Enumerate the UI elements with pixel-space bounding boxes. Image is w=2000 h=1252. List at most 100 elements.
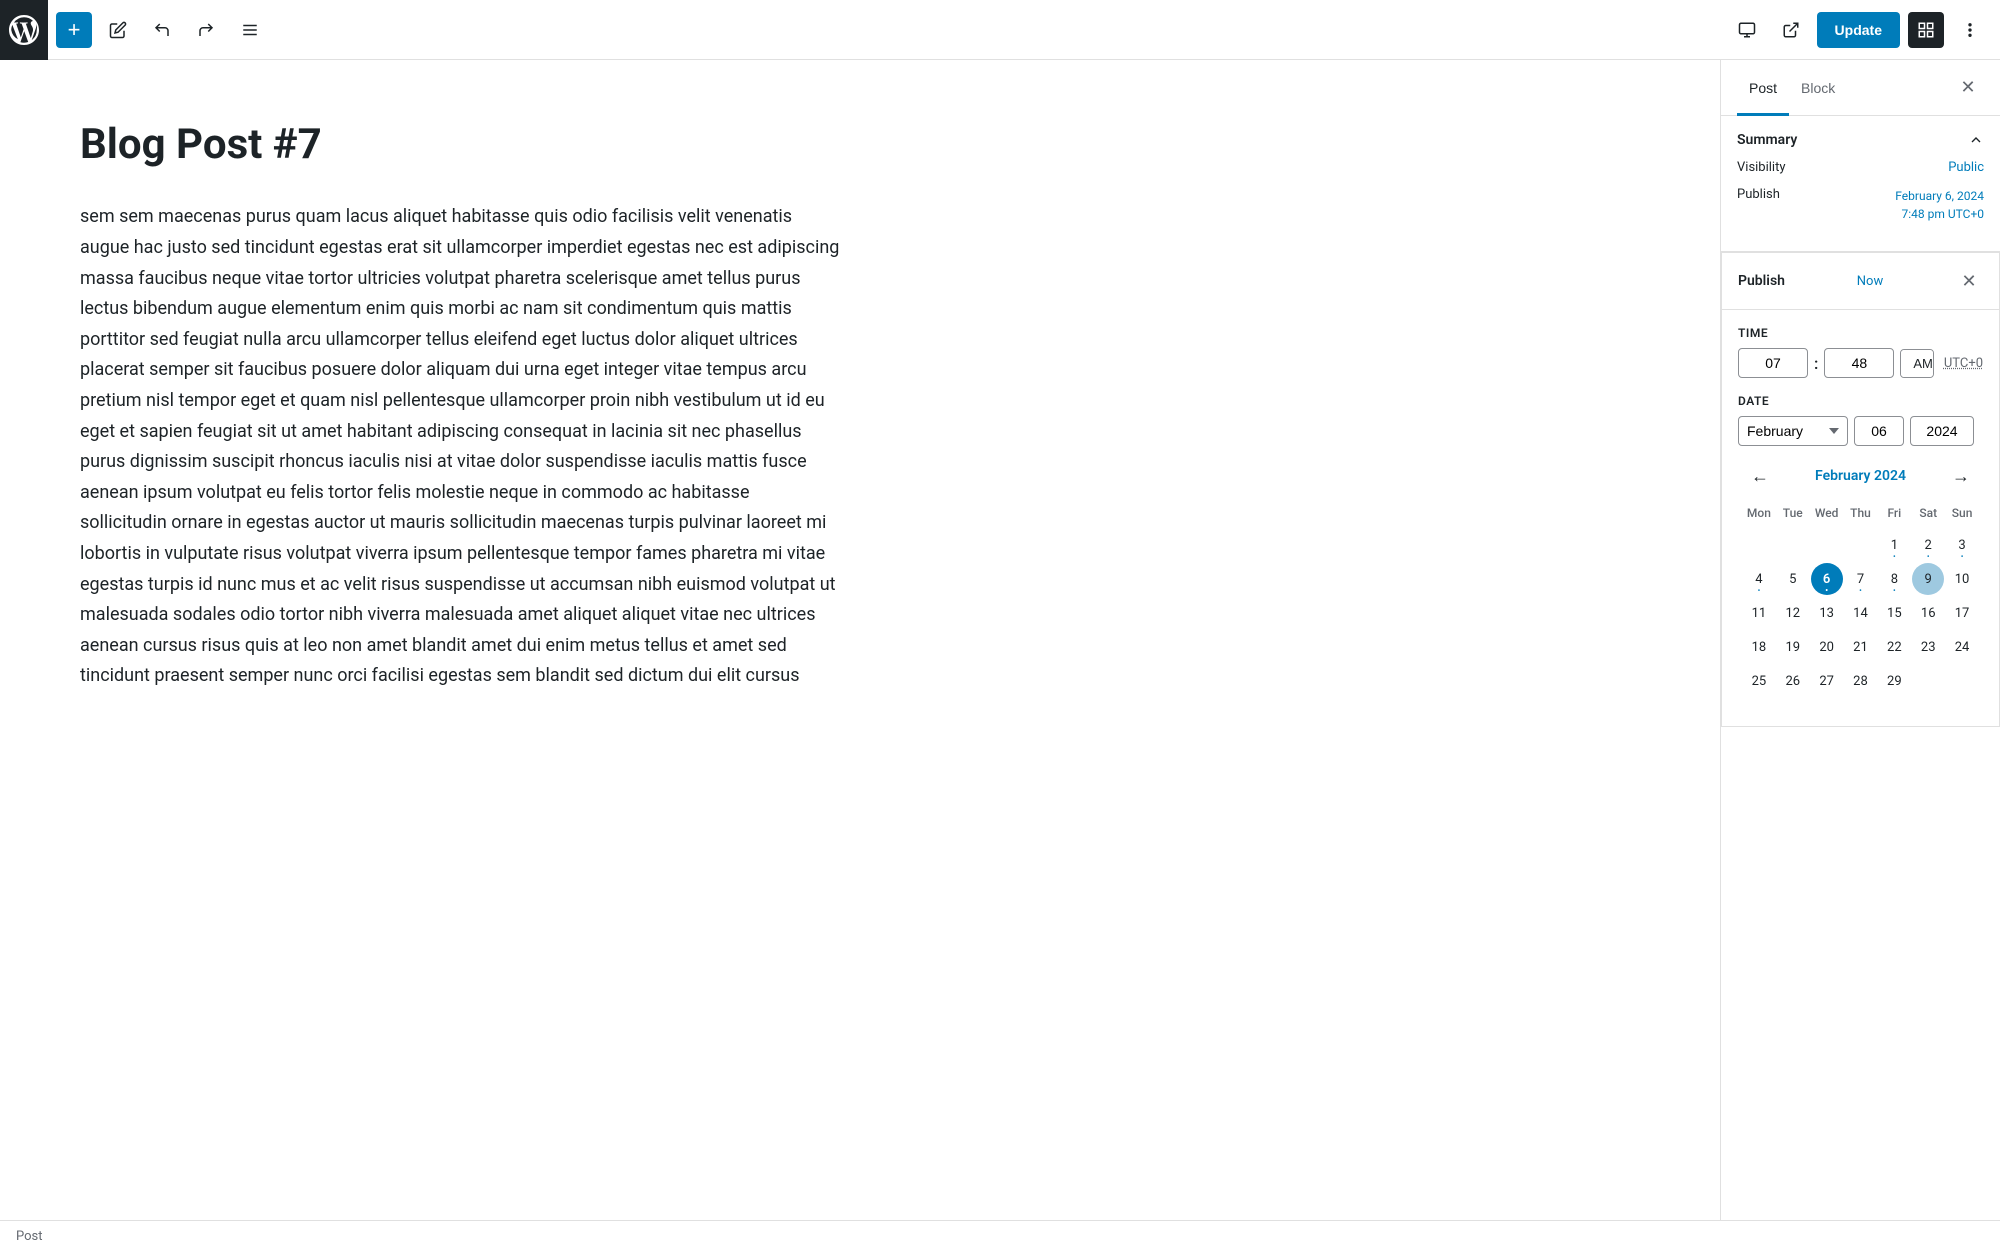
calendar-day[interactable]: 20 <box>1811 631 1843 663</box>
wp-logo <box>0 0 48 60</box>
calendar-day[interactable]: 9 <box>1912 563 1944 595</box>
calendar-day[interactable]: 6 <box>1811 563 1843 595</box>
calendar-day[interactable]: 24 <box>1946 631 1978 663</box>
calendar-month-year: February 2024 <box>1815 468 1906 484</box>
publish-value[interactable]: February 6, 20247:48 pm UTC+0 <box>1895 187 1984 223</box>
list-view-button[interactable] <box>232 12 268 48</box>
more-icon <box>1961 21 1979 39</box>
post-title[interactable]: Blog Post #7 <box>80 120 1640 170</box>
calendar-day[interactable]: 15 <box>1878 597 1910 629</box>
prev-month-button[interactable]: ← <box>1746 462 1774 490</box>
preview-button[interactable] <box>1729 12 1765 48</box>
wordpress-icon <box>9 15 39 45</box>
publish-panel-header: Publish Now ✕ <box>1722 253 1999 310</box>
list-view-icon <box>241 21 259 39</box>
calendar-grid: MonTueWedThuFriSatSun1234567891011121314… <box>1742 502 1979 698</box>
tab-block[interactable]: Block <box>1789 60 1847 116</box>
calendar-day[interactable]: 7 <box>1844 563 1876 595</box>
calendar-day[interactable]: 25 <box>1743 665 1775 697</box>
external-link-icon <box>1782 21 1800 39</box>
calendar-day[interactable]: 4 <box>1743 563 1775 595</box>
calendar-day <box>1946 665 1978 697</box>
tab-post[interactable]: Post <box>1737 60 1789 116</box>
calendar-day[interactable]: 5 <box>1777 563 1809 595</box>
sidebar: Post Block ✕ Summary Visibility Public P… <box>1720 60 2000 1220</box>
calendar-day[interactable]: 2 <box>1912 529 1944 561</box>
visibility-row: Visibility Public <box>1737 160 1984 175</box>
calendar-day[interactable]: 1 <box>1878 529 1910 561</box>
utc-label[interactable]: UTC+0 <box>1944 356 1983 371</box>
summary-title: Summary <box>1737 132 1797 148</box>
calendar-day[interactable]: 8 <box>1878 563 1910 595</box>
calendar-day <box>1777 529 1809 561</box>
calendar-dow: Sun <box>1945 502 1979 524</box>
editor-area: Blog Post #7 sem sem maecenas purus quam… <box>0 60 1720 1220</box>
calendar-day[interactable]: 3 <box>1946 529 1978 561</box>
undo-icon <box>153 21 171 39</box>
date-label: DATE <box>1738 394 1983 408</box>
calendar-dow: Sat <box>1911 502 1945 524</box>
sidebar-tabs: Post Block ✕ <box>1721 60 2000 116</box>
calendar-day <box>1811 529 1843 561</box>
bottom-bar: Post <box>0 1220 2000 1252</box>
redo-button[interactable] <box>188 12 224 48</box>
time-ampm-toggle: AM PM <box>1900 349 1933 378</box>
calendar-day[interactable]: 28 <box>1844 665 1876 697</box>
time-hours-input[interactable] <box>1738 348 1808 378</box>
calendar-day[interactable]: 26 <box>1777 665 1809 697</box>
settings-button[interactable] <box>1908 12 1944 48</box>
publish-now-link[interactable]: Now <box>1857 274 1883 289</box>
redo-icon <box>197 21 215 39</box>
calendar-day[interactable]: 29 <box>1878 665 1910 697</box>
add-block-button[interactable]: + <box>56 12 92 48</box>
toolbar-right: Update <box>1729 12 1988 48</box>
edit-mode-button[interactable] <box>100 12 136 48</box>
calendar-day[interactable]: 21 <box>1844 631 1876 663</box>
settings-icon <box>1917 21 1935 39</box>
am-button[interactable]: AM <box>1901 350 1933 377</box>
summary-header[interactable]: Summary <box>1737 132 1984 148</box>
close-publish-panel-button[interactable]: ✕ <box>1955 267 1983 295</box>
time-minutes-input[interactable] <box>1824 348 1894 378</box>
post-content[interactable]: sem sem maecenas purus quam lacus alique… <box>80 202 840 692</box>
calendar-day[interactable]: 23 <box>1912 631 1944 663</box>
calendar-dow: Fri <box>1877 502 1911 524</box>
date-row: January February March April May June Ju… <box>1738 416 1983 446</box>
publish-label: Publish <box>1737 187 1780 202</box>
day-input[interactable] <box>1854 416 1904 446</box>
calendar-dow: Mon <box>1742 502 1776 524</box>
calendar-day[interactable]: 16 <box>1912 597 1944 629</box>
time-row: : AM PM UTC+0 <box>1738 348 1983 378</box>
calendar-day <box>1743 529 1775 561</box>
calendar-day[interactable]: 18 <box>1743 631 1775 663</box>
year-input[interactable] <box>1910 416 1974 446</box>
view-icon <box>1738 21 1756 39</box>
toolbar-left: + <box>56 12 268 48</box>
calendar-day[interactable]: 22 <box>1878 631 1910 663</box>
calendar-day[interactable]: 19 <box>1777 631 1809 663</box>
pencil-icon <box>109 21 127 39</box>
external-link-button[interactable] <box>1773 12 1809 48</box>
next-month-button[interactable]: → <box>1947 462 1975 490</box>
calendar-day[interactable]: 13 <box>1811 597 1843 629</box>
time-separator: : <box>1814 354 1818 373</box>
publish-panel: Publish Now ✕ TIME : AM PM UTC+0 <box>1721 252 2000 727</box>
calendar-day[interactable]: 14 <box>1844 597 1876 629</box>
calendar-day[interactable]: 11 <box>1743 597 1775 629</box>
update-button[interactable]: Update <box>1817 12 1900 48</box>
calendar-day <box>1912 665 1944 697</box>
bottom-bar-label: Post <box>16 1229 43 1244</box>
publish-row: Publish February 6, 20247:48 pm UTC+0 <box>1737 187 1984 223</box>
calendar-day[interactable]: 10 <box>1946 563 1978 595</box>
more-options-button[interactable] <box>1952 12 1988 48</box>
calendar-day[interactable]: 12 <box>1777 597 1809 629</box>
calendar-dow: Thu <box>1844 502 1878 524</box>
calendar-day <box>1844 529 1876 561</box>
close-sidebar-button[interactable]: ✕ <box>1952 72 1984 104</box>
undo-button[interactable] <box>144 12 180 48</box>
calendar-day[interactable]: 27 <box>1811 665 1843 697</box>
month-select[interactable]: January February March April May June Ju… <box>1738 416 1848 446</box>
calendar: ← February 2024 → MonTueWedThuFriSatSun1… <box>1738 462 1983 710</box>
visibility-value[interactable]: Public <box>1948 160 1984 175</box>
calendar-day[interactable]: 17 <box>1946 597 1978 629</box>
